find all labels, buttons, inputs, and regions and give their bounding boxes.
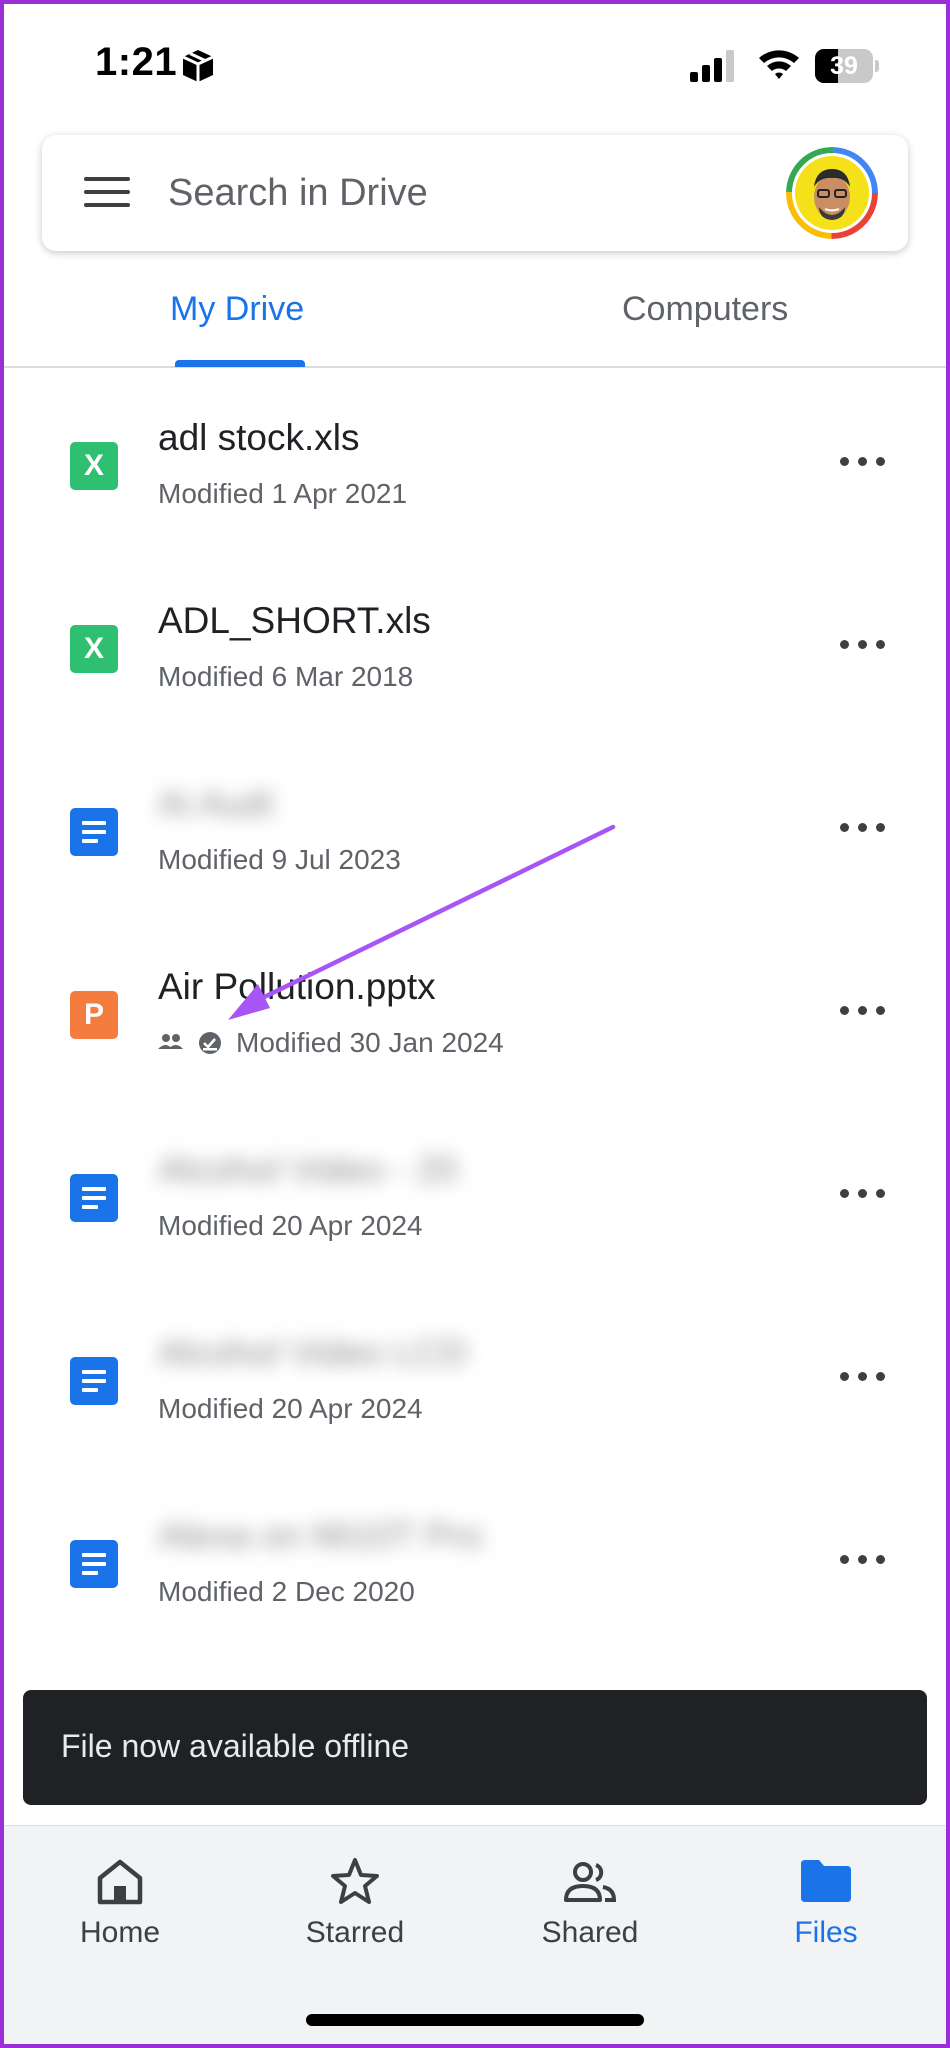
file-name: Ai Audi [158, 783, 274, 824]
docs-file-icon [70, 808, 118, 856]
more-options-icon[interactable] [840, 635, 886, 655]
battery-icon: 39 [815, 49, 879, 83]
file-modified: Modified 2 Dec 2020 [158, 1576, 415, 1607]
file-modified: Modified 1 Apr 2021 [158, 478, 408, 509]
signal-icon [690, 50, 734, 82]
file-row[interactable]: P Air Pollution.pptx Modified 30 Jan 202… [0, 919, 950, 1102]
avatar[interactable] [786, 147, 878, 239]
powerpoint-file-icon: P [70, 991, 118, 1039]
folder-icon [801, 1860, 851, 1902]
file-name: ADL_SHORT.xls [158, 600, 431, 641]
nav-starred[interactable]: Starred [265, 1846, 445, 1966]
docs-file-icon [70, 1357, 118, 1405]
home-indicator[interactable] [306, 2014, 644, 2026]
file-row[interactable]: Alcohol Video - 20 Modified 20 Apr 2024 [0, 1102, 950, 1285]
file-modified: Modified 6 Mar 2018 [158, 661, 414, 692]
active-tab-indicator [175, 360, 305, 367]
docs-file-icon [70, 1174, 118, 1222]
file-name: Alcohol Video - 20 [158, 1149, 458, 1190]
file-row[interactable]: Alexa on Mi10T Pro Modified 2 Dec 2020 [0, 1468, 950, 1651]
search-bar[interactable] [42, 135, 908, 251]
more-options-icon[interactable] [840, 1184, 886, 1204]
menu-icon[interactable] [84, 173, 130, 211]
excel-file-icon: X [70, 625, 118, 673]
wifi-icon [759, 50, 799, 79]
status-time: 1:21 [95, 40, 178, 84]
file-name: Air Pollution.pptx [158, 966, 436, 1007]
nav-home-label: Home [79, 1916, 161, 1949]
home-icon [97, 1859, 143, 1905]
more-options-icon[interactable] [840, 818, 886, 838]
snackbar-message: File now available offline [61, 1728, 410, 1764]
nav-shared[interactable]: Shared [500, 1846, 680, 1966]
nav-shared-label: Shared [541, 1916, 639, 1949]
file-modified: Modified 20 Apr 2024 [158, 1393, 423, 1424]
tab-bar: My Drive Computers [0, 270, 950, 368]
more-options-icon[interactable] [840, 1367, 886, 1387]
nav-files-label: Files [794, 1916, 858, 1949]
nav-home[interactable]: Home [30, 1846, 210, 1966]
tab-my-drive[interactable]: My Drive [170, 290, 304, 329]
nav-starred-label: Starred [305, 1916, 405, 1949]
shared-icon [564, 1862, 617, 1902]
file-name: Alexa on Mi10T Pro [158, 1515, 483, 1556]
battery-level: 39 [830, 52, 858, 80]
nav-files[interactable]: Files [736, 1846, 916, 1966]
search-input[interactable] [168, 165, 728, 221]
excel-file-icon: X [70, 442, 118, 490]
more-options-icon[interactable] [840, 1550, 886, 1570]
file-row[interactable]: Ai Audi Modified 9 Jul 2023 [0, 736, 950, 919]
file-modified: Modified 20 Apr 2024 [158, 1210, 423, 1241]
file-modified: Modified 30 Jan 2024 [236, 1027, 504, 1058]
cube-icon [182, 50, 214, 82]
status-bar: 1:21 39 [0, 0, 950, 120]
file-name: Alcohol Video LCD [158, 1332, 468, 1373]
file-name: adl stock.xls [158, 417, 360, 458]
file-row[interactable]: X ADL_SHORT.xls Modified 6 Mar 2018 [0, 553, 950, 736]
more-options-icon[interactable] [840, 452, 886, 472]
shared-people-icon [158, 1034, 183, 1049]
docs-file-icon [70, 1540, 118, 1588]
star-icon [331, 1858, 379, 1904]
bottom-navigation: Home Starred Shared Files [0, 1825, 950, 2048]
tab-computers[interactable]: Computers [622, 290, 788, 329]
file-modified: Modified 9 Jul 2023 [158, 844, 401, 875]
file-row[interactable]: X adl stock.xls Modified 1 Apr 2021 [0, 370, 950, 553]
more-options-icon[interactable] [840, 1001, 886, 1021]
offline-check-icon [199, 1032, 221, 1054]
file-row[interactable]: Alcohol Video LCD Modified 20 Apr 2024 [0, 1285, 950, 1468]
snackbar: File now available offline [23, 1690, 927, 1805]
file-status-icons [158, 1032, 221, 1054]
